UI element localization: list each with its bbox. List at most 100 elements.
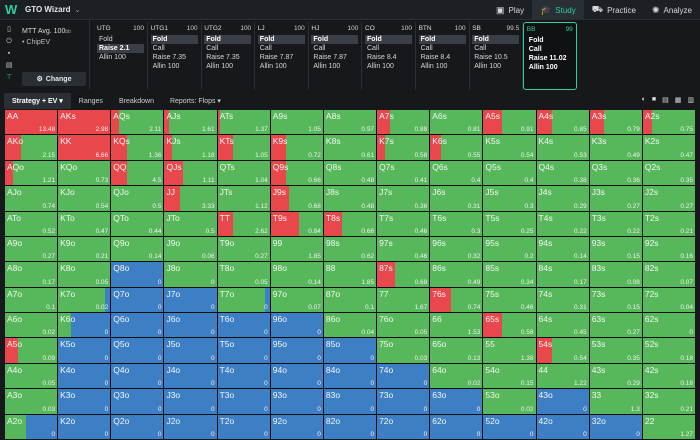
hand-cell[interactable]: 64s 0.45 (536, 313, 589, 338)
hand-cell[interactable]: 32o 0 (589, 414, 642, 439)
hand-cell[interactable]: 96s 0.32 (430, 236, 483, 262)
hand-cell[interactable]: 86s 0.49 (430, 262, 483, 287)
hand-cell[interactable]: 87s 0.68 (377, 262, 430, 287)
position-panel-sb[interactable]: SB 99.5 Fold Call Raise 10.5 Allin 100 (469, 22, 524, 90)
hand-cell[interactable]: J7o 0 (164, 287, 217, 313)
hand-cell[interactable]: JTs 1.12 (217, 186, 270, 211)
hand-cell[interactable]: 84o 0 (323, 363, 377, 389)
hand-cell[interactable]: Q7s 0.41 (377, 160, 430, 186)
hand-cell[interactable]: K8o 0.05 (58, 262, 111, 287)
position-panel-utg1[interactable]: UTG1 100 Fold Call Raise 7.35 Allin 100 (148, 22, 202, 90)
hand-cell[interactable]: K4s 0.53 (536, 135, 589, 160)
action-option[interactable]: Allin 100 (97, 53, 144, 62)
hand-cell[interactable]: QJo 0.5 (111, 186, 164, 211)
action-option[interactable]: Raise 7.35 (151, 53, 198, 62)
hand-cell[interactable]: JTo 0.5 (164, 211, 217, 236)
hand-cell[interactable]: KTs 1.05 (217, 135, 270, 160)
action-option[interactable]: Allin 100 (527, 63, 573, 72)
hand-cell[interactable]: 98o 0.14 (270, 262, 323, 287)
hand-cell[interactable]: 62s 0 (642, 313, 695, 338)
hand-cell[interactable]: 74o 0 (377, 363, 430, 389)
toolbar-tab[interactable]: Breakdown (111, 93, 162, 109)
hand-cell[interactable]: A9o 0.27 (5, 236, 58, 262)
hand-cell[interactable]: K5s 0.54 (483, 135, 536, 160)
hand-cell[interactable]: K9s 0.72 (270, 135, 323, 160)
hand-cell[interactable]: A3s 0.79 (589, 110, 642, 135)
hand-cell[interactable]: 83o 0 (323, 389, 377, 414)
hand-cell[interactable]: K2o 0 (58, 414, 111, 439)
hand-cell[interactable]: J6o 0 (164, 313, 217, 338)
hand-cell[interactable]: T7s 0.46 (377, 211, 430, 236)
nav-tab-analyze[interactable]: ✺ Analyze (644, 0, 700, 20)
hand-cell[interactable]: K6o 0 (58, 313, 111, 338)
hand-cell[interactable]: 43s 0.29 (589, 363, 642, 389)
hand-cell[interactable]: 92s 0.16 (642, 236, 695, 262)
hand-cell[interactable]: 85s 0.34 (483, 262, 536, 287)
hand-cell[interactable]: K3s 0.49 (589, 135, 642, 160)
hand-cell[interactable]: 82o 0 (323, 414, 377, 439)
hand-cell[interactable]: KJo 0.54 (58, 186, 111, 211)
hand-cell[interactable]: 55 1.38 (483, 338, 536, 363)
hand-cell[interactable]: AQs 2.11 (111, 110, 164, 135)
hand-cell[interactable]: AA 13.48 (5, 110, 58, 135)
nav-tab-practice[interactable]: ⛟ Practice (584, 0, 644, 20)
hand-cell[interactable]: J3o 0 (164, 389, 217, 414)
hand-cell[interactable]: A5o 0.09 (5, 338, 58, 363)
hand-cell[interactable]: 66 1.53 (430, 313, 483, 338)
hand-cell[interactable]: 96o 0 (270, 313, 323, 338)
nav-tab-study[interactable]: 🎓 Study (532, 0, 584, 20)
hand-cell[interactable]: 97o 0.07 (270, 287, 323, 313)
hand-cell[interactable]: Q7o 0 (111, 287, 164, 313)
action-option[interactable]: Fold (257, 35, 305, 44)
hand-cell[interactable]: J2s 0.27 (642, 186, 695, 211)
square-view-icon[interactable]: ■ (652, 96, 656, 104)
toolbar-tab[interactable]: Ranges (71, 93, 111, 109)
hand-cell[interactable]: 95o 0 (270, 338, 323, 363)
hand-cell[interactable]: AQo 1.21 (5, 160, 58, 186)
tool-icon[interactable]: ⊤ (6, 74, 12, 82)
hand-cell[interactable]: J4o 0 (164, 363, 217, 389)
hand-cell[interactable]: 87o 0.1 (323, 287, 377, 313)
hand-cell[interactable]: T6s 0.3 (430, 211, 483, 236)
hand-cell[interactable]: K8s 0.61 (323, 135, 377, 160)
power-icon[interactable]: ⏻ (6, 38, 12, 46)
hand-cell[interactable]: 74s 0.31 (536, 287, 589, 313)
app-title[interactable]: GTO Wizard (25, 5, 71, 14)
hand-cell[interactable]: T3o 0 (217, 389, 270, 414)
hand-cell[interactable]: 76o 0.05 (377, 313, 430, 338)
chevron-down-icon[interactable]: ⌄ (75, 6, 81, 14)
action-option[interactable]: Call (151, 44, 198, 53)
hand-cell[interactable]: J4s 0.29 (536, 186, 589, 211)
hand-cell[interactable]: 52o 0 (483, 414, 536, 439)
hand-cell[interactable]: T4o 0 (217, 363, 270, 389)
action-option[interactable]: Raise 2.1 (97, 44, 144, 53)
hand-cell[interactable]: Q8s 0.48 (323, 160, 377, 186)
action-option[interactable]: Fold (418, 35, 466, 44)
hand-cell[interactable]: 63s 0.27 (589, 313, 642, 338)
hand-cell[interactable]: 95s 0.2 (483, 236, 536, 262)
hand-cell[interactable]: 73s 0.15 (589, 287, 642, 313)
hand-cell[interactable]: Q4o 0 (111, 363, 164, 389)
hand-cell[interactable]: QQ 4.5 (111, 160, 164, 186)
hand-cell[interactable]: A4s 0.85 (536, 110, 589, 135)
action-option[interactable]: Allin 100 (365, 62, 412, 71)
hand-cell[interactable]: T8s 0.66 (323, 211, 377, 236)
hand-cell[interactable]: T8o 0.05 (217, 262, 270, 287)
action-option[interactable]: Fold (311, 35, 359, 44)
hand-cell[interactable]: 62o 0 (430, 414, 483, 439)
action-option[interactable]: Call (258, 44, 305, 53)
hand-cell[interactable]: 63o 0 (430, 389, 483, 414)
position-panel-btn[interactable]: BTN 100 Fold Call Raise 8.4 Allin 100 (416, 22, 470, 90)
hand-cell[interactable]: 44 1.22 (536, 363, 589, 389)
action-option[interactable]: Raise 10.5 (472, 53, 519, 62)
action-option[interactable]: Allin 100 (419, 62, 466, 71)
hand-cell[interactable]: 83s 0.08 (589, 262, 642, 287)
bookmark-icon[interactable]: ▯ (7, 26, 11, 34)
action-option[interactable]: Allin 100 (258, 62, 305, 71)
hand-cell[interactable]: T2s 0.21 (642, 211, 695, 236)
hand-cell[interactable]: AKo 2.15 (5, 135, 58, 160)
action-option[interactable]: Raise 7.87 (311, 53, 358, 62)
hand-cell[interactable]: Q9s 0.66 (270, 160, 323, 186)
hand-cell[interactable]: TT 2.62 (217, 211, 270, 236)
hand-cell[interactable]: 77 1.67 (377, 287, 430, 313)
